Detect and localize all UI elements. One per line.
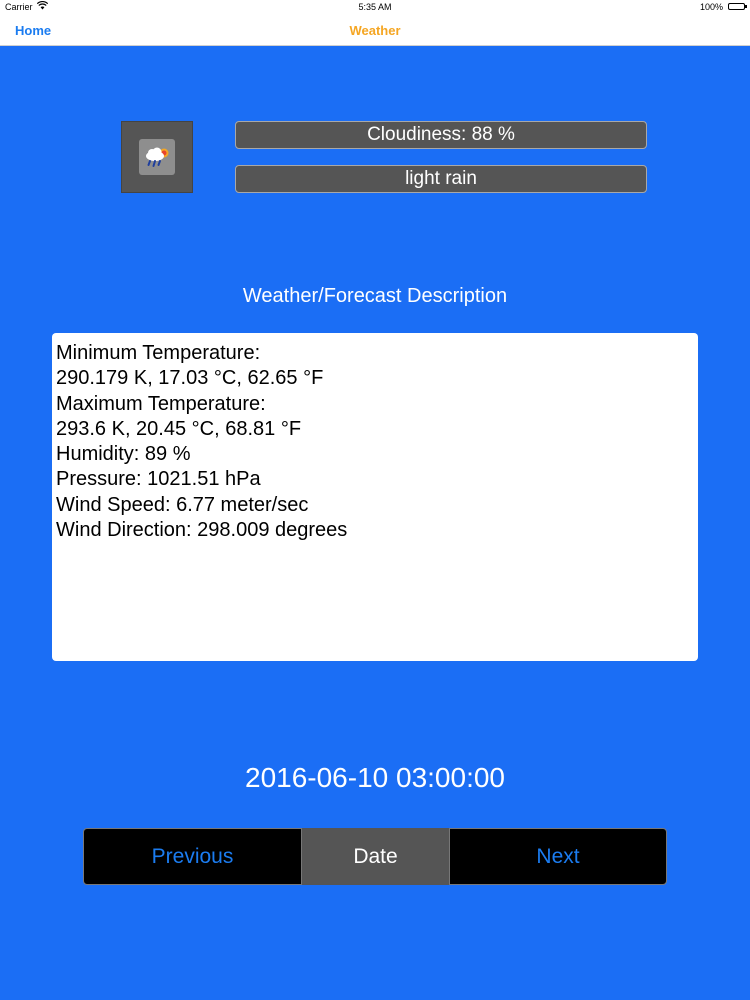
navigation-bar: Home Weather (0, 14, 750, 46)
cloudiness-label: Cloudiness: 88 % (235, 121, 647, 149)
clock-label: 5:35 AM (358, 2, 392, 12)
battery-percent: 100% (699, 2, 723, 12)
details-line: Wind Speed: 6.77 meter/sec (56, 493, 309, 516)
forecast-details-text[interactable]: Minimum Temperature: 290.179 K, 17.03 °C… (52, 333, 698, 661)
details-line: 290.179 K, 17.03 °C, 62.65 °F (56, 367, 324, 390)
previous-button[interactable]: Previous (83, 828, 302, 885)
details-line: Maximum Temperature: (56, 392, 266, 415)
status-bar: Carrier 5:35 AM 100% (0, 0, 750, 14)
date-label: Date (302, 828, 449, 885)
weather-icon-box (121, 121, 193, 193)
forecast-date-label: 2016-06-10 03:00:00 (245, 762, 505, 793)
details-line: 293.6 K, 20.45 °C, 68.81 °F (56, 417, 302, 440)
page-title: Weather (349, 23, 401, 38)
cloud-rain-sun-icon (139, 139, 175, 175)
forecast-description-heading: Weather/Forecast Description (242, 285, 508, 307)
battery-icon (728, 3, 747, 10)
details-line: Pressure: 1021.51 hPa (56, 468, 261, 491)
weather-description-label: light rain (235, 165, 647, 193)
details-line: Wind Direction: 298.009 degrees (56, 519, 348, 542)
details-line: Minimum Temperature: (56, 342, 261, 364)
next-button[interactable]: Next (449, 828, 667, 885)
details-line: Humidity: 89 % (56, 443, 191, 466)
